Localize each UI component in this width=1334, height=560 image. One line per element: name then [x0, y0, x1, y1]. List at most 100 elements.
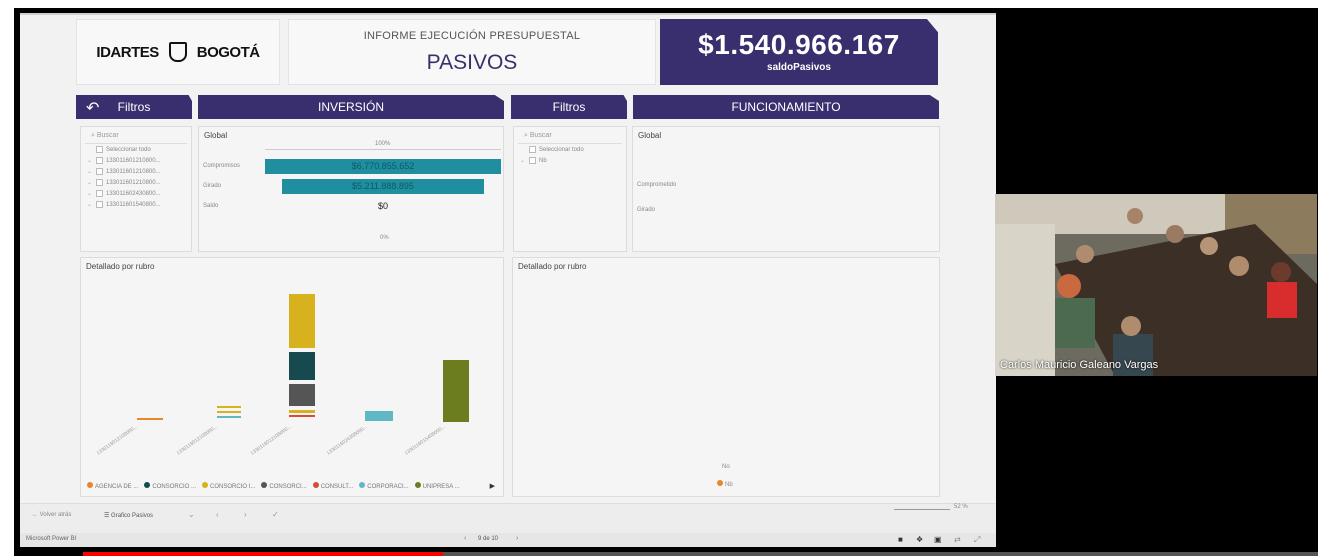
- chevron-down-icon[interactable]: ⌄: [520, 157, 526, 164]
- legend-item[interactable]: AGENCIA DE ...: [87, 482, 138, 490]
- next-page-icon[interactable]: ›: [244, 510, 247, 519]
- legend-item: Nb: [717, 480, 733, 488]
- chart-bar[interactable]: [289, 384, 315, 406]
- slicer-item[interactable]: ⌄ 133011601210800...: [81, 166, 191, 177]
- select-all-row[interactable]: Seleccionar todo: [514, 144, 626, 155]
- checkbox[interactable]: [529, 157, 536, 164]
- slicer-item-label: 133011601210800...: [106, 157, 161, 164]
- checkbox[interactable]: [96, 168, 103, 175]
- legend-dot: [717, 480, 723, 486]
- tab-funcionamiento[interactable]: FUNCIONAMIENTO: [633, 95, 939, 119]
- legend-dot: [414, 482, 421, 488]
- dropdown-icon[interactable]: ⌄: [188, 510, 195, 519]
- filtros-button-1[interactable]: ↶ Filtros: [76, 95, 192, 119]
- chart-bar[interactable]: [289, 352, 315, 380]
- legend-item[interactable]: CONSORCIO I...: [202, 482, 255, 490]
- legend-next-icon[interactable]: ▶: [490, 482, 495, 490]
- slicer-item[interactable]: ⌄ Nb: [514, 155, 626, 166]
- chevron-down-icon[interactable]: ⌄: [87, 157, 93, 164]
- checkbox[interactable]: [529, 146, 536, 153]
- global-funcionamiento-chart: Global Comprometido Girado: [632, 126, 940, 252]
- slicer-funcionamiento: ⌕ Buscar Seleccionar todo ⌄ Nb: [513, 126, 627, 252]
- linkedin-icon[interactable]: ▣: [934, 535, 942, 544]
- kpi-card: $1.540.966.167 saldoPasivos: [660, 19, 938, 85]
- chevron-down-icon[interactable]: ⌄: [87, 201, 93, 208]
- taskbar: Microsoft Power BI ‹ 9 de 10 › ■ ❖ ▣ ⇄ ⤢: [20, 533, 996, 547]
- checkbox[interactable]: [96, 146, 103, 153]
- chart-bar[interactable]: [217, 416, 241, 418]
- idartes-logo: IDARTES: [96, 43, 159, 61]
- legend-item[interactable]: CONSORCIO ...: [144, 482, 196, 490]
- chart-bar[interactable]: [137, 418, 163, 420]
- legend-label: AGENCIA DE ...: [95, 484, 139, 490]
- back-label: Volver atrás: [39, 512, 72, 518]
- legend-item[interactable]: UNIPRESA ...: [414, 482, 460, 490]
- checkbox[interactable]: [96, 190, 103, 197]
- chart-bar[interactable]: [217, 406, 241, 408]
- funnel-row-label: Compromisos: [203, 163, 241, 169]
- next-slide-icon[interactable]: ›: [516, 535, 518, 542]
- video-progress-played[interactable]: [83, 552, 443, 556]
- back-button[interactable]: ← Volver atrás: [32, 512, 71, 518]
- scale-line: [265, 149, 501, 150]
- chart-bar[interactable]: [289, 294, 315, 348]
- checkbox[interactable]: [96, 201, 103, 208]
- legend-item[interactable]: CORPORACI...: [359, 482, 409, 490]
- kpi-value: $1.540.966.167: [698, 29, 900, 60]
- chevron-down-icon[interactable]: ⌄: [87, 168, 93, 175]
- detalle-rubro-inversion: Detallado por rubro 1330116012108000... …: [80, 257, 504, 497]
- chart-bar[interactable]: [443, 360, 469, 422]
- filtros-label: Filtros: [117, 100, 151, 114]
- slicer-item[interactable]: ⌄ 133011602430800...: [81, 188, 191, 199]
- slicer-search[interactable]: ⌕ Buscar: [85, 127, 187, 144]
- chart-bar[interactable]: [289, 410, 315, 413]
- legend-item[interactable]: CONSORCI...: [261, 482, 307, 490]
- panel-title: Global: [638, 131, 662, 140]
- facebook-icon[interactable]: ■: [898, 535, 903, 544]
- check-icon[interactable]: ✓: [272, 510, 279, 519]
- top-percent-label: 100%: [375, 141, 391, 147]
- logo-box: IDARTES BOGOTÁ: [76, 19, 280, 85]
- chart-bar[interactable]: [289, 415, 315, 417]
- checkbox[interactable]: [96, 157, 103, 164]
- zoom-slider[interactable]: [894, 509, 950, 510]
- video-progress-remaining[interactable]: [443, 552, 1318, 556]
- slicer-item[interactable]: ⌄ 133011601210800...: [81, 155, 191, 166]
- bottom-percent-label: 0%: [380, 235, 389, 241]
- shield-icon: [168, 42, 187, 62]
- select-all-row[interactable]: Seleccionar todo: [81, 144, 191, 155]
- legend-dot: [359, 482, 366, 488]
- slicer-search[interactable]: ⌕ Buscar: [518, 127, 622, 144]
- bogota-logo: BOGOTÁ: [196, 43, 260, 61]
- chevron-down-icon[interactable]: ⌄: [87, 179, 93, 186]
- detalle-rubro-funcionamiento: Detallado por rubro No Nb: [512, 257, 940, 497]
- select-all-label: Seleccionar todo: [106, 146, 151, 153]
- checkbox[interactable]: [96, 179, 103, 186]
- chart-bar[interactable]: [365, 411, 393, 421]
- prev-page-icon[interactable]: ‹: [216, 510, 219, 519]
- twitter-icon[interactable]: ❖: [916, 535, 923, 544]
- page-tab[interactable]: ☰ Grafico Pasivos: [104, 512, 153, 519]
- legend-label: Nb: [725, 482, 733, 488]
- legend-item[interactable]: CONSULT...: [312, 482, 354, 490]
- back-arrow-icon[interactable]: ↶: [86, 98, 99, 118]
- legend-dot: [261, 482, 268, 488]
- chevron-down-icon[interactable]: ⌄: [87, 190, 93, 197]
- legend-label: CONSULT...: [320, 484, 354, 490]
- fullscreen-icon[interactable]: ⤢: [974, 535, 980, 545]
- slicer-item-label: Nb: [539, 157, 547, 164]
- x-axis-label: 1330116024308000...: [325, 424, 369, 457]
- empty-axis-label: No: [722, 464, 730, 470]
- chart-bar[interactable]: [217, 411, 241, 413]
- page-counter: 9 de 10: [478, 536, 499, 542]
- row-label-girado: Girado: [637, 207, 656, 213]
- legend-label: CONSORCIO I...: [210, 484, 256, 490]
- slicer-item[interactable]: ⌄ 133011601210800...: [81, 177, 191, 188]
- slicer-item[interactable]: ⌄ 133011601540800...: [81, 199, 191, 210]
- prev-slide-icon[interactable]: ‹: [464, 535, 466, 542]
- share-icon[interactable]: ⇄: [954, 535, 961, 544]
- funnel-value: $0: [377, 201, 388, 211]
- select-all-label: Seleccionar todo: [539, 146, 584, 153]
- tab-inversion[interactable]: INVERSIÓN: [198, 95, 504, 119]
- filtros-button-2[interactable]: Filtros: [511, 95, 627, 119]
